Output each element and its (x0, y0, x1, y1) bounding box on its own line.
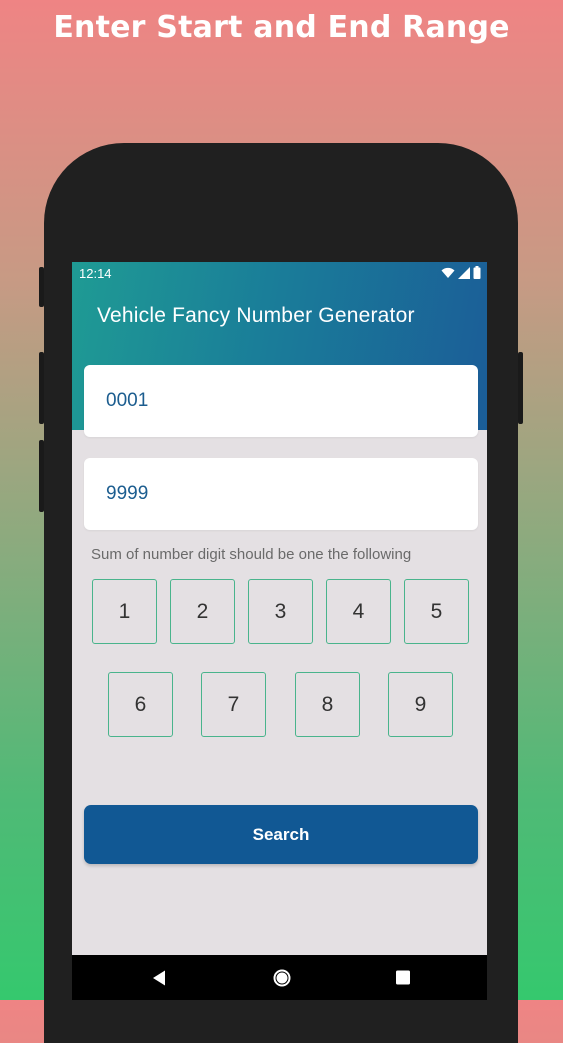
status-bar: 12:14 (72, 262, 487, 284)
digit-option-9[interactable]: 9 (388, 672, 453, 737)
app-screen: 12:14 Vehicle Fancy Number Generator Sum… (72, 262, 487, 1000)
phone-side-button-left-top (39, 267, 44, 307)
battery-icon (473, 266, 481, 279)
system-nav-bar (72, 955, 487, 1000)
phone-side-button-left-middle (39, 352, 44, 424)
phone-side-button-right (518, 352, 523, 424)
search-button[interactable]: Search (84, 805, 478, 864)
status-icons (441, 266, 481, 279)
digit-option-2[interactable]: 2 (170, 579, 235, 644)
phone-side-button-left-bottom (39, 440, 44, 512)
digit-sum-hint: Sum of number digit should be one the fo… (91, 546, 412, 563)
end-range-input[interactable] (106, 483, 446, 505)
start-range-field[interactable] (84, 365, 478, 437)
wifi-icon (441, 267, 455, 278)
nav-home-icon[interactable] (270, 967, 294, 989)
digit-option-1[interactable]: 1 (92, 579, 157, 644)
nav-recents-icon[interactable] (391, 967, 415, 989)
app-title: Vehicle Fancy Number Generator (97, 304, 415, 327)
digit-option-6[interactable]: 6 (108, 672, 173, 737)
status-time: 12:14 (79, 266, 112, 281)
end-range-field[interactable] (84, 458, 478, 530)
nav-back-icon[interactable] (148, 967, 172, 989)
digit-option-3[interactable]: 3 (248, 579, 313, 644)
start-range-input[interactable] (106, 390, 446, 412)
digit-option-5[interactable]: 5 (404, 579, 469, 644)
promo-headline: Enter Start and End Range (53, 10, 510, 45)
digit-option-8[interactable]: 8 (295, 672, 360, 737)
digit-option-4[interactable]: 4 (326, 579, 391, 644)
cellular-signal-icon (458, 266, 470, 279)
digit-option-7[interactable]: 7 (201, 672, 266, 737)
